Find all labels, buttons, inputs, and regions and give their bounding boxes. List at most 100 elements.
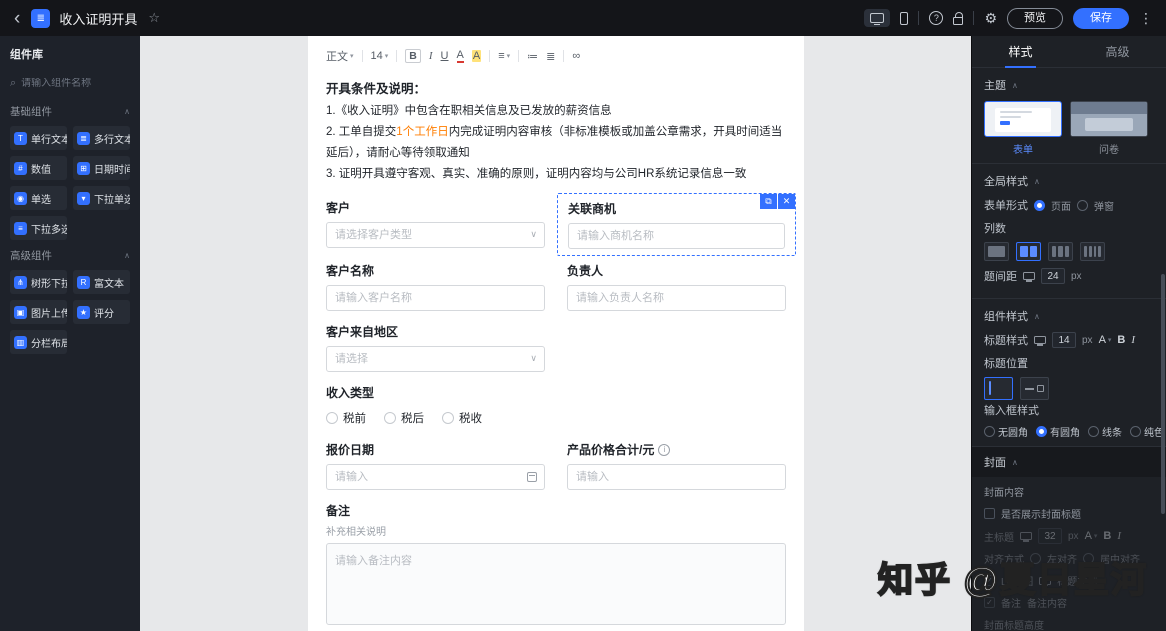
main-title-size[interactable]: 32 bbox=[1038, 528, 1062, 544]
help-icon[interactable]: ? bbox=[929, 11, 944, 25]
input-style-solid[interactable]: 纯色 bbox=[1130, 424, 1164, 439]
notice-text-block[interactable]: 开具条件及说明： 1.《收入证明》中包含在职相关信息及已发放的薪资信息 2. 工… bbox=[316, 78, 796, 185]
more-menu-icon[interactable]: ⋮ bbox=[1139, 10, 1154, 27]
columns-4-icon[interactable] bbox=[1080, 242, 1105, 261]
design-canvas: 正文 ▾ 14 ▾ B I U A A ≡ ▾ ≔ ≣ ∞ 开具条件及说明： 1… bbox=[140, 36, 971, 631]
component-dropdown-single[interactable]: ▾ 下拉单选 bbox=[73, 186, 130, 210]
advanced-components-header[interactable]: 高级组件 ∧ bbox=[10, 248, 130, 263]
component-datetime[interactable]: ⊞ 日期时间 bbox=[73, 156, 130, 180]
ordered-list-icon[interactable]: ≔ bbox=[527, 50, 538, 63]
field-customer-name[interactable]: 客户名称 bbox=[316, 256, 555, 317]
delete-field-icon[interactable]: ✕ bbox=[778, 194, 795, 209]
star-icon[interactable]: ☆ bbox=[148, 10, 160, 26]
input-style-line[interactable]: 线条 bbox=[1088, 424, 1122, 439]
bold-icon[interactable]: B bbox=[405, 49, 421, 63]
font-color-dropdown[interactable]: A ▾ bbox=[1099, 334, 1112, 346]
font-color-icon[interactable]: A bbox=[456, 49, 464, 64]
input-style-square[interactable]: 无圆角 bbox=[984, 424, 1028, 439]
title-position-options bbox=[984, 377, 1154, 400]
spacing-value[interactable]: 24 bbox=[1041, 268, 1065, 284]
customer-select[interactable] bbox=[326, 222, 545, 248]
title-size-value[interactable]: 14 bbox=[1052, 332, 1076, 348]
component-search[interactable]: ⌕ bbox=[10, 72, 130, 94]
paragraph-style-dropdown[interactable]: 正文 ▾ bbox=[326, 48, 354, 64]
tab-advanced[interactable]: 高级 bbox=[1069, 36, 1166, 67]
field-region[interactable]: 客户来自地区 ∨ bbox=[316, 317, 555, 378]
panel-scrollbar[interactable] bbox=[1161, 274, 1165, 514]
show-cover-title-checkbox[interactable] bbox=[984, 508, 995, 519]
search-input[interactable] bbox=[21, 77, 122, 89]
underline-icon[interactable]: U bbox=[441, 50, 449, 62]
component-radio[interactable]: ◉ 单选 bbox=[10, 186, 67, 210]
owner-input[interactable] bbox=[567, 285, 786, 311]
mobile-view-icon[interactable] bbox=[900, 11, 909, 25]
radio-dialog-mode[interactable] bbox=[1077, 199, 1088, 211]
component-column-layout[interactable]: ▥ 分栏布局 bbox=[10, 330, 67, 354]
component-style-header[interactable]: 组件样式 ∧ bbox=[984, 308, 1154, 324]
columns-1-icon[interactable] bbox=[984, 242, 1009, 261]
component-rating[interactable]: ★ 评分 bbox=[73, 300, 130, 324]
component-multi-line-text[interactable]: ≣ 多行文本 bbox=[73, 126, 130, 150]
remark-textarea[interactable] bbox=[326, 543, 786, 625]
component-dropdown-multi[interactable]: ≡ 下拉多选 bbox=[10, 216, 67, 240]
radio-tax[interactable]: 税收 bbox=[442, 410, 482, 426]
field-quote-date[interactable]: 报价日期 bbox=[316, 435, 555, 496]
field-opportunity-selected[interactable]: ⧉ ✕ 关联商机 bbox=[557, 193, 796, 256]
basic-components-header[interactable]: 基础组件 ∧ bbox=[10, 104, 130, 119]
font-size-dropdown[interactable]: 14 ▾ bbox=[371, 50, 389, 62]
italic-icon[interactable]: I bbox=[1131, 334, 1135, 346]
italic-icon[interactable]: I bbox=[429, 50, 433, 62]
opportunity-input[interactable] bbox=[568, 223, 785, 249]
radio-pre-tax[interactable]: 税前 bbox=[326, 410, 366, 426]
component-rich-text[interactable]: R 富文本 bbox=[73, 270, 130, 294]
component-number[interactable]: # 数值 bbox=[10, 156, 67, 180]
lock-icon[interactable] bbox=[953, 11, 964, 25]
component-tree-dropdown[interactable]: ⋔ 树形下拉 bbox=[10, 270, 67, 294]
theme-form-option[interactable]: 表单 bbox=[984, 101, 1062, 156]
customer-name-input[interactable] bbox=[326, 285, 545, 311]
radio-page-mode[interactable] bbox=[1034, 199, 1045, 211]
align-icon[interactable]: ≡ ▾ bbox=[498, 50, 510, 62]
title-left-icon[interactable] bbox=[1020, 377, 1049, 400]
field-income-type[interactable]: 收入类型 税前 税后 税收 bbox=[316, 378, 796, 435]
field-owner[interactable]: 负责人 bbox=[557, 256, 796, 317]
sidebar-title: 组件库 bbox=[10, 49, 43, 61]
divider bbox=[973, 11, 975, 25]
region-select[interactable] bbox=[326, 346, 545, 372]
component-single-line-text[interactable]: T 单行文本 bbox=[10, 126, 67, 150]
title-top-icon[interactable] bbox=[984, 377, 1013, 400]
save-button[interactable]: 保存 bbox=[1073, 7, 1129, 29]
columns-3-icon[interactable] bbox=[1048, 242, 1073, 261]
copy-field-icon[interactable]: ⧉ bbox=[760, 194, 777, 209]
theme-survey-option[interactable]: 问卷 bbox=[1070, 101, 1148, 156]
component-image-upload[interactable]: ▣ 图片上传 bbox=[10, 300, 67, 324]
link-icon[interactable]: ∞ bbox=[572, 50, 580, 62]
field-total-price[interactable]: 产品价格合计/元 i bbox=[557, 435, 796, 496]
bold-icon[interactable]: B bbox=[1117, 334, 1125, 346]
device-icon bbox=[1034, 336, 1046, 346]
highlight-icon[interactable]: A bbox=[471, 50, 482, 62]
cover-header[interactable]: 封面 ∧ bbox=[972, 447, 1166, 477]
field-remark[interactable]: 备注 补充相关说明 bbox=[316, 496, 796, 631]
preview-button[interactable]: 预览 bbox=[1007, 7, 1063, 29]
tab-style[interactable]: 样式 bbox=[972, 36, 1069, 68]
theme-header[interactable]: 主题 ∧ bbox=[984, 77, 1154, 93]
field-customer[interactable]: 客户 ∨ bbox=[316, 193, 555, 256]
italic-icon[interactable]: I bbox=[1117, 530, 1121, 542]
desktop-view-icon[interactable] bbox=[864, 9, 891, 27]
global-style-header[interactable]: 全局样式 ∧ bbox=[984, 173, 1154, 189]
input-style-rounded[interactable]: 有圆角 bbox=[1036, 424, 1080, 439]
form-fields: 客户 ∨ ⧉ ✕ 关联商机 bbox=[316, 193, 796, 631]
quote-date-input[interactable] bbox=[326, 464, 545, 490]
back-icon[interactable]: ‹ bbox=[12, 9, 22, 28]
info-icon[interactable]: i bbox=[658, 443, 671, 456]
advanced-components-grid: ⋔ 树形下拉 R 富文本 ▣ 图片上传 ★ 评分 ▥ 分栏布局 bbox=[10, 270, 130, 354]
font-color-dropdown[interactable]: A ▾ bbox=[1085, 530, 1098, 542]
settings-gear-icon[interactable]: ⚙ bbox=[984, 10, 997, 27]
bullet-list-icon[interactable]: ≣ bbox=[546, 50, 555, 63]
collapse-icon: ∧ bbox=[1034, 176, 1040, 186]
radio-post-tax[interactable]: 税后 bbox=[384, 410, 424, 426]
total-price-input[interactable] bbox=[567, 464, 786, 490]
bold-icon[interactable]: B bbox=[1103, 530, 1111, 542]
columns-2-icon[interactable] bbox=[1016, 242, 1041, 261]
